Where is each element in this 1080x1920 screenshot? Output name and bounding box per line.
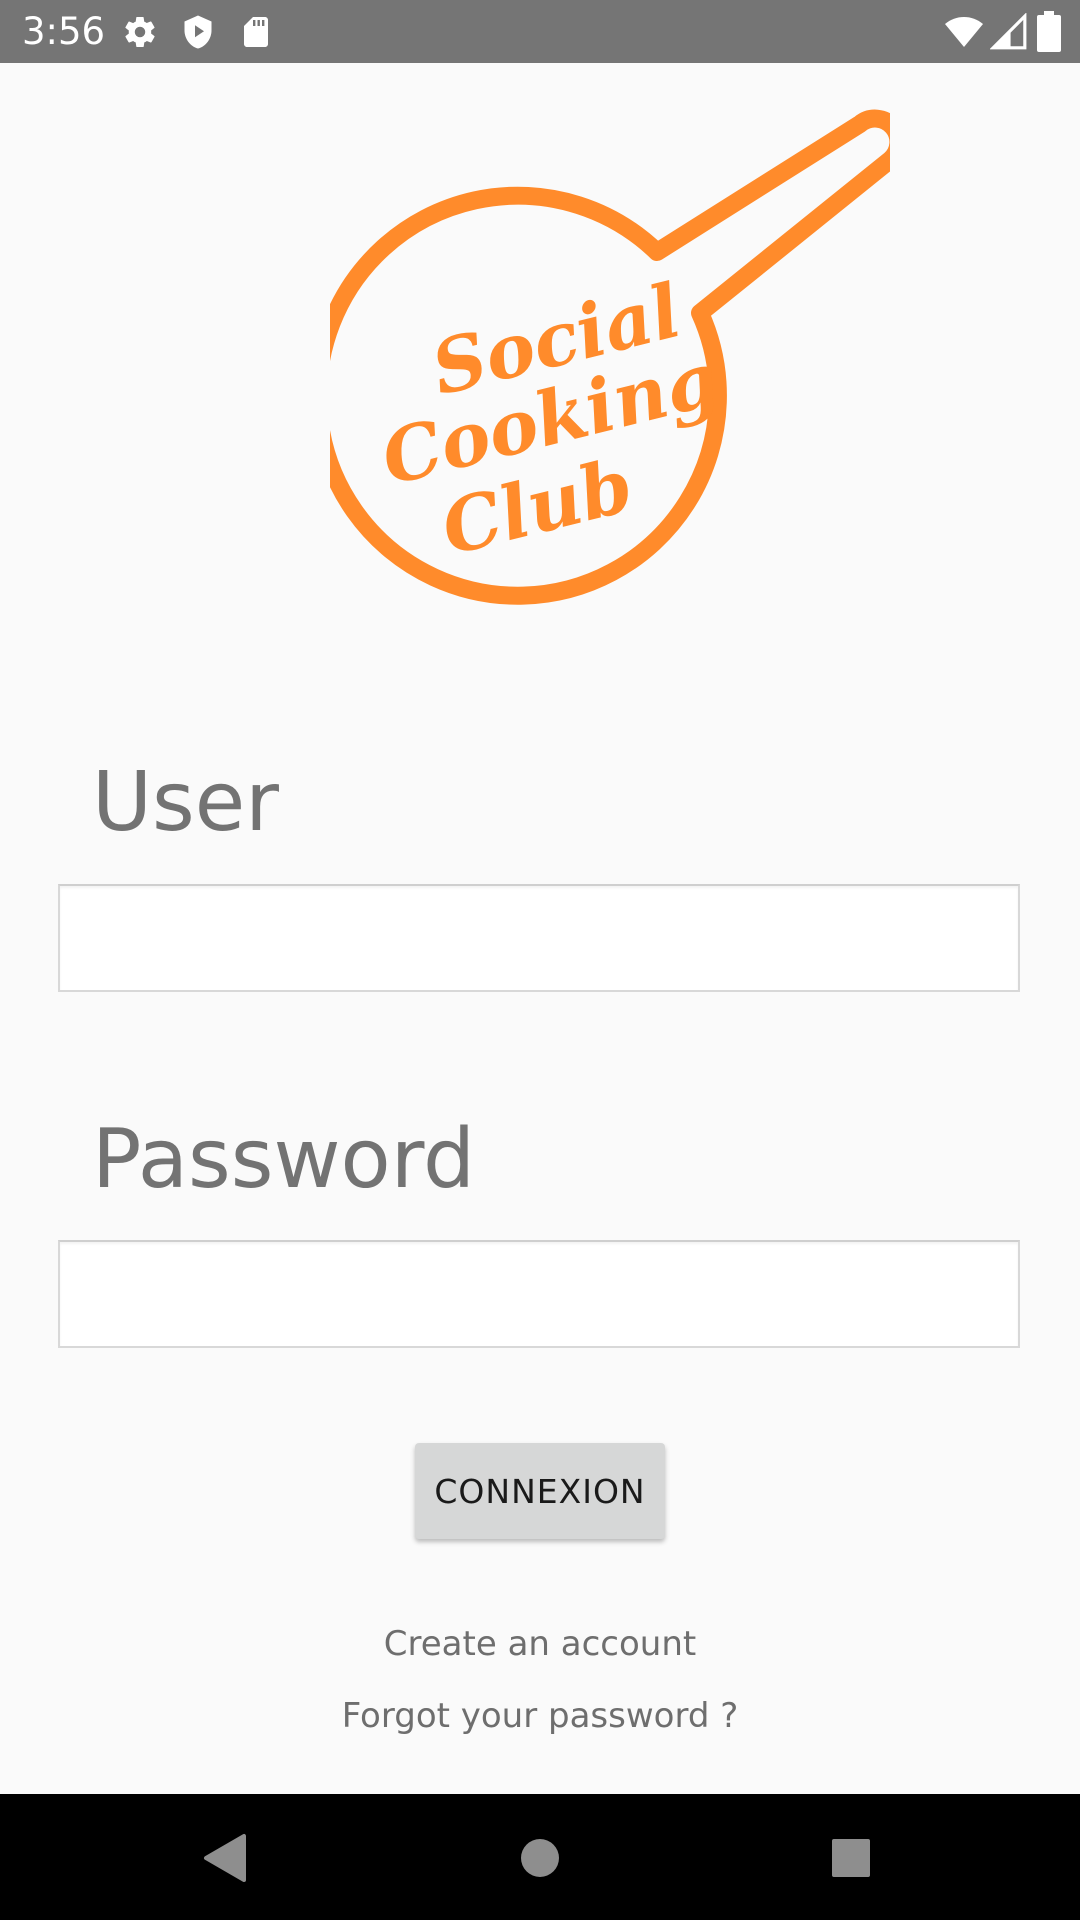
back-icon[interactable]: [187, 1820, 263, 1896]
shield-play-icon: [180, 14, 216, 50]
navigation-bar: [0, 1794, 1080, 1920]
status-time: 3:56: [22, 10, 106, 53]
home-icon[interactable]: [502, 1820, 578, 1896]
password-input[interactable]: [58, 1240, 1020, 1348]
gear-icon: [122, 14, 158, 50]
connexion-button[interactable]: CONNEXION: [415, 1443, 665, 1539]
social-cooking-club-logo: Social Cooking Club: [308, 100, 908, 640]
status-bar: 3:56: [0, 0, 1080, 63]
cell-signal-icon: [989, 12, 1028, 51]
user-label: User: [92, 755, 279, 850]
recents-icon[interactable]: [813, 1820, 889, 1896]
battery-icon: [1036, 11, 1062, 53]
sd-card-icon: [238, 14, 274, 50]
wifi-icon: [944, 12, 984, 52]
user-input[interactable]: [58, 884, 1020, 992]
create-account-link[interactable]: Create an account: [0, 1622, 1080, 1666]
forgot-password-link[interactable]: Forgot your password ?: [0, 1694, 1080, 1738]
password-label: Password: [92, 1112, 476, 1207]
